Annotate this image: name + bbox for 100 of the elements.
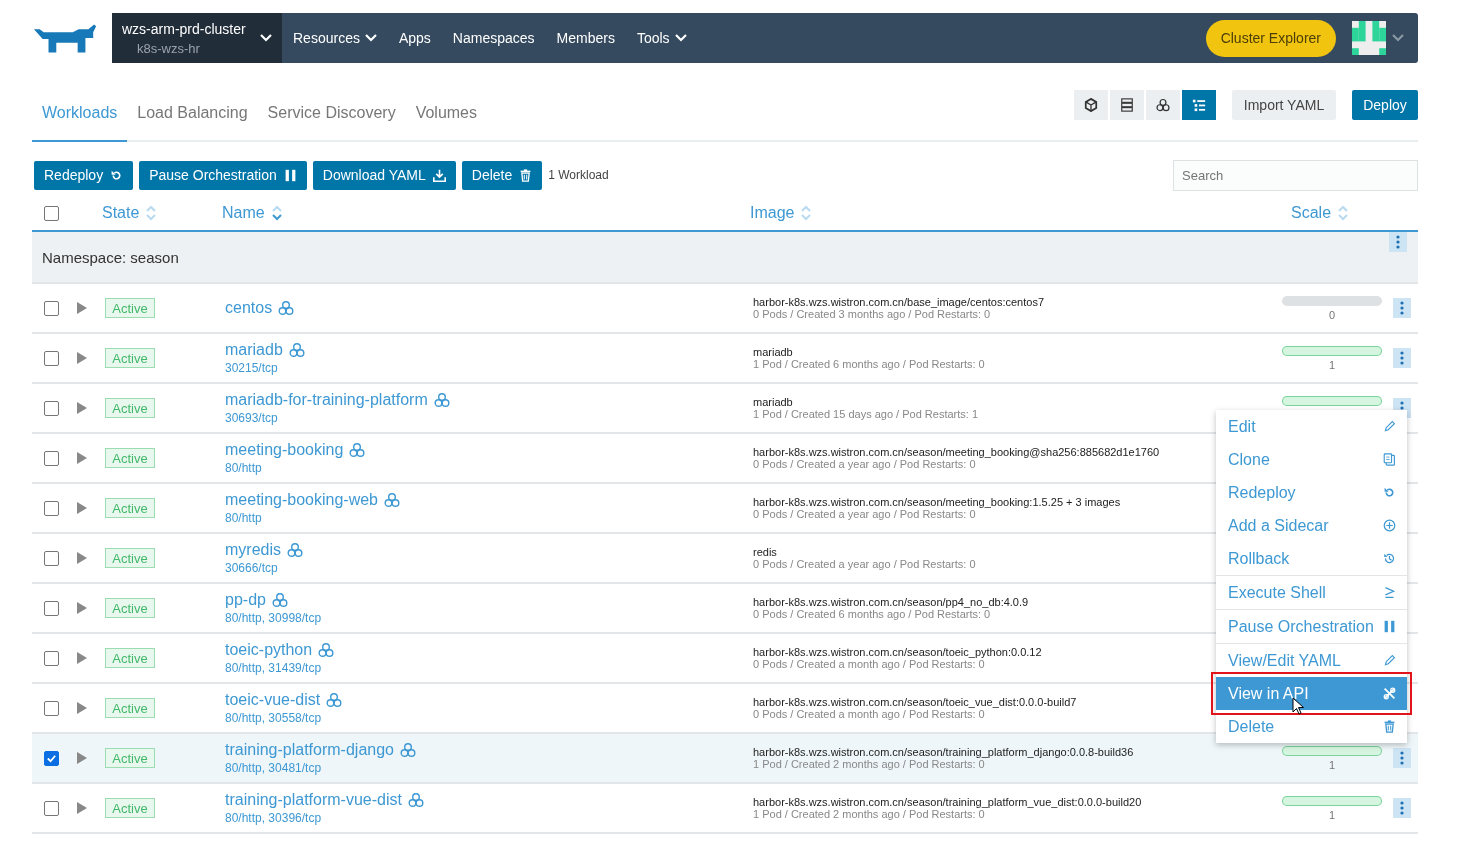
column-header[interactable]: Image <box>750 204 812 222</box>
checkbox[interactable] <box>44 600 59 616</box>
menu-item[interactable]: Edit <box>1216 410 1407 443</box>
column-header[interactable]: State <box>102 204 157 222</box>
checkbox[interactable] <box>44 750 59 766</box>
bulk-action-button[interactable]: Delete <box>461 160 543 190</box>
view-mode-button[interactable] <box>1182 90 1216 120</box>
nav-item[interactable]: Resources <box>282 30 388 46</box>
checkbox[interactable] <box>44 205 59 221</box>
status-badge: Active <box>105 698 155 718</box>
workload-link[interactable]: myredis <box>225 541 281 559</box>
workload-details: 1 Pod / Created 6 months ago / Pod Restarts: 0 <box>753 358 986 370</box>
checkbox[interactable] <box>44 300 59 316</box>
expand-icon[interactable] <box>77 352 87 364</box>
trash-icon <box>519 168 533 182</box>
menu-item[interactable]: Delete <box>1216 710 1407 743</box>
expand-icon[interactable] <box>77 552 87 564</box>
nav-item[interactable]: Namespaces <box>441 30 546 46</box>
endpoint-link[interactable]: 80/http, 31439/tcp <box>225 661 753 675</box>
menu-item[interactable]: Pause Orchestration <box>1216 610 1407 644</box>
kebab-icon <box>1400 351 1404 365</box>
menu-item[interactable]: Add a Sidecar <box>1216 509 1407 542</box>
endpoint-link[interactable]: 80/http, 30481/tcp <box>225 761 753 775</box>
column-header[interactable]: Scale <box>1291 204 1349 222</box>
search-field[interactable]: Search <box>1173 159 1418 191</box>
expand-icon[interactable] <box>77 602 87 614</box>
tab[interactable]: Workloads <box>32 104 128 142</box>
actions-menu-button[interactable] <box>1389 232 1407 252</box>
expand-icon[interactable] <box>77 302 87 314</box>
cubes-icon <box>1156 98 1170 112</box>
endpoint-link[interactable]: 80/http, 30998/tcp <box>225 611 753 625</box>
menu-item[interactable]: View/Edit YAML <box>1216 644 1407 677</box>
nav-item[interactable]: Apps <box>387 30 442 46</box>
menu-item[interactable]: Clone <box>1216 443 1407 476</box>
tab[interactable]: Volumes <box>405 104 487 142</box>
endpoint-link[interactable]: 80/http, 30558/tcp <box>225 711 753 725</box>
kebab-icon <box>1400 301 1404 315</box>
history-icon <box>1383 552 1396 565</box>
endpoint-link[interactable]: 30666/tcp <box>225 561 753 575</box>
workload-link[interactable]: mariadb-for-training-platform <box>225 391 428 409</box>
download-icon <box>432 168 446 182</box>
tab[interactable]: Service Discovery <box>257 104 406 142</box>
checkbox[interactable] <box>44 350 59 366</box>
tab[interactable]: Load Balancing <box>127 104 258 142</box>
workload-link[interactable]: training-platform-django <box>225 741 394 759</box>
checkbox[interactable] <box>44 800 59 816</box>
endpoint-link[interactable]: 80/http <box>225 461 753 475</box>
menu-item[interactable]: Rollback <box>1216 542 1407 576</box>
workload-link[interactable]: toeic-vue-dist <box>225 691 321 709</box>
workload-link[interactable]: toeic-python <box>225 641 313 659</box>
workload-link[interactable]: mariadb <box>225 341 283 359</box>
expand-icon[interactable] <box>77 402 87 414</box>
endpoint-link[interactable]: 80/http, 30396/tcp <box>225 811 753 825</box>
endpoint-link[interactable]: 30693/tcp <box>225 411 753 425</box>
nav-item[interactable]: Tools <box>625 30 698 46</box>
checkbox[interactable] <box>44 500 59 516</box>
endpoint-link[interactable]: 80/http <box>225 511 753 525</box>
expand-icon[interactable] <box>77 702 87 714</box>
checkbox[interactable] <box>44 550 59 566</box>
endpoint-link[interactable]: 30215/tcp <box>225 361 753 375</box>
status-badge: Active <box>105 798 155 818</box>
expand-icon[interactable] <box>77 752 87 764</box>
workload-details: 0 Pods / Created a month ago / Pod Restarts: 0 <box>753 708 986 720</box>
bulk-action-button[interactable]: Download YAML <box>312 160 456 190</box>
workload-details: 0 Pods / Created a year ago / Pod Restarts: 0 <box>753 558 977 570</box>
status-badge: Active <box>105 598 155 618</box>
menu-item[interactable]: Redeploy <box>1216 476 1407 509</box>
image-name: harbor-k8s.wzs.wistron.com.cn/base_image/centos:centos7 <box>753 296 1046 308</box>
expand-icon[interactable] <box>77 802 87 814</box>
view-mode-button[interactable] <box>1146 90 1180 120</box>
view-mode-button[interactable] <box>1110 90 1144 120</box>
checkbox[interactable] <box>44 400 59 416</box>
cluster-switcher[interactable]: wzs-arm-prd-cluster k8s-wzs-hr <box>112 13 282 63</box>
actions-menu-button[interactable] <box>1393 298 1411 318</box>
view-mode-button[interactable] <box>1074 90 1108 120</box>
workload-details: 1 Pod / Created 15 days ago / Pod Restarts: 1 <box>753 408 980 420</box>
actions-menu-button[interactable] <box>1393 348 1411 368</box>
workload-icon <box>400 742 416 758</box>
bulk-action-button[interactable]: Pause Orchestration <box>139 160 307 190</box>
column-header[interactable]: Name <box>222 204 282 222</box>
expand-icon[interactable] <box>77 652 87 664</box>
checkbox[interactable] <box>44 450 59 466</box>
import-button[interactable]: Import YAML <box>1232 90 1336 120</box>
workload-link[interactable]: centos <box>225 299 273 317</box>
expand-icon[interactable] <box>77 452 87 464</box>
workload-link[interactable]: training-platform-vue-dist <box>225 791 402 809</box>
cluster-explorer-button[interactable]: Cluster Explorer <box>1205 19 1336 57</box>
checkbox[interactable] <box>44 650 59 666</box>
menu-item[interactable]: Execute Shell <box>1216 576 1407 610</box>
check-icon <box>46 752 57 764</box>
checkbox[interactable] <box>44 700 59 716</box>
workload-link[interactable]: meeting-booking-web <box>225 491 378 509</box>
bulk-action-button[interactable]: Redeploy <box>34 160 134 190</box>
actions-menu-button[interactable] <box>1393 798 1411 818</box>
expand-icon[interactable] <box>77 502 87 514</box>
workload-link[interactable]: pp-dp <box>225 591 266 609</box>
workload-link[interactable]: meeting-booking <box>225 441 344 459</box>
actions-menu-button[interactable] <box>1393 748 1411 768</box>
nav-item[interactable]: Members <box>545 30 626 46</box>
deploy-button[interactable]: Deploy <box>1352 90 1418 120</box>
